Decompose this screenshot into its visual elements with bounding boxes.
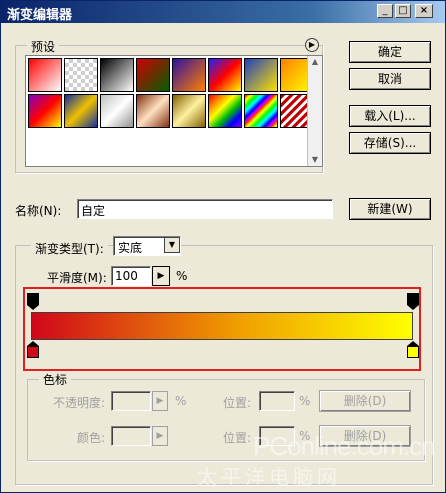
preset-swatch[interactable]	[64, 58, 98, 92]
preset-swatch[interactable]	[100, 94, 134, 128]
title-bar[interactable]: 渐变编辑器 _ □ ×	[1, 1, 445, 23]
preset-swatch[interactable]	[172, 58, 206, 92]
opacity-input[interactable]	[111, 391, 151, 411]
presets-list[interactable]: ▲ ▼	[25, 55, 323, 167]
preset-swatch[interactable]	[28, 58, 62, 92]
save-button[interactable]: 存储(S)...	[349, 132, 431, 154]
opacity-label: 不透明度:	[53, 396, 106, 410]
opacity-stop-right[interactable]	[407, 293, 419, 310]
opacity-location-percent: %	[299, 394, 311, 408]
gradient-bar[interactable]	[31, 312, 413, 340]
watermark-logo-cn: 太平洋电脑网	[197, 465, 341, 489]
gradient-type-value: 实底	[118, 241, 143, 255]
presets-label: 预设	[27, 38, 60, 55]
new-button[interactable]: 新建(W)	[349, 198, 431, 220]
smoothness-label: 平滑度(M):	[47, 271, 107, 285]
color-label: 颜色:	[77, 431, 106, 445]
color-swatch-input[interactable]	[111, 426, 151, 446]
maximize-button[interactable]: □	[395, 4, 411, 18]
close-button[interactable]: ×	[415, 4, 433, 18]
cancel-button[interactable]: 取消	[349, 68, 431, 90]
opacity-location-input[interactable]	[259, 391, 295, 411]
watermark-logo-text: PConline.com.cn	[253, 431, 436, 461]
preset-swatch[interactable]	[136, 94, 170, 128]
preset-swatch[interactable]	[28, 94, 62, 128]
scroll-down-icon[interactable]: ▼	[308, 154, 322, 166]
gradient-type-select[interactable]: 实底 ▼	[113, 236, 181, 256]
preset-swatch[interactable]	[172, 94, 206, 128]
opacity-arrow-icon[interactable]: ▶	[152, 391, 168, 411]
gradient-editor-window: 渐变编辑器 _ □ × 预设 ▶ ▲ ▼ 确定 取消 载入(L)... 存储(S…	[0, 0, 446, 493]
preset-swatch[interactable]	[64, 94, 98, 128]
color-stop-right[interactable]	[407, 341, 419, 358]
chevron-down-icon[interactable]: ▼	[164, 237, 180, 253]
name-input[interactable]: 自定	[77, 199, 333, 219]
preset-swatch[interactable]	[100, 58, 134, 92]
opacity-percent: %	[175, 394, 187, 408]
smoothness-slider-arrow-icon[interactable]: ▶	[152, 266, 170, 286]
scroll-up-icon[interactable]: ▲	[308, 56, 322, 68]
window-title: 渐变编辑器	[7, 8, 73, 23]
ok-button[interactable]: 确定	[349, 41, 431, 63]
name-label: 名称(N):	[15, 204, 62, 218]
preset-swatch[interactable]	[244, 58, 278, 92]
color-arrow-icon[interactable]: ▶	[152, 426, 168, 446]
minimize-button[interactable]: _	[377, 4, 393, 18]
gradient-type-label: 渐变类型(T):	[31, 240, 108, 257]
color-stop-left[interactable]	[27, 341, 39, 358]
presets-scrollbar[interactable]: ▲ ▼	[307, 56, 322, 166]
color-location-label: 位置:	[223, 431, 252, 445]
color-stops-label: 色标	[39, 371, 72, 388]
preset-swatch[interactable]	[244, 94, 278, 128]
presets-menu-icon[interactable]: ▶	[305, 38, 319, 52]
opacity-location-label: 位置:	[223, 396, 252, 410]
preset-swatch[interactable]	[136, 58, 170, 92]
delete-opacity-stop-button[interactable]: 删除(D)	[319, 390, 411, 412]
preset-swatch[interactable]	[208, 58, 242, 92]
opacity-stop-left[interactable]	[27, 293, 39, 310]
load-button[interactable]: 载入(L)...	[349, 105, 431, 127]
smoothness-input[interactable]: 100	[111, 266, 151, 286]
preset-swatch[interactable]	[208, 94, 242, 128]
smoothness-percent: %	[176, 269, 188, 283]
